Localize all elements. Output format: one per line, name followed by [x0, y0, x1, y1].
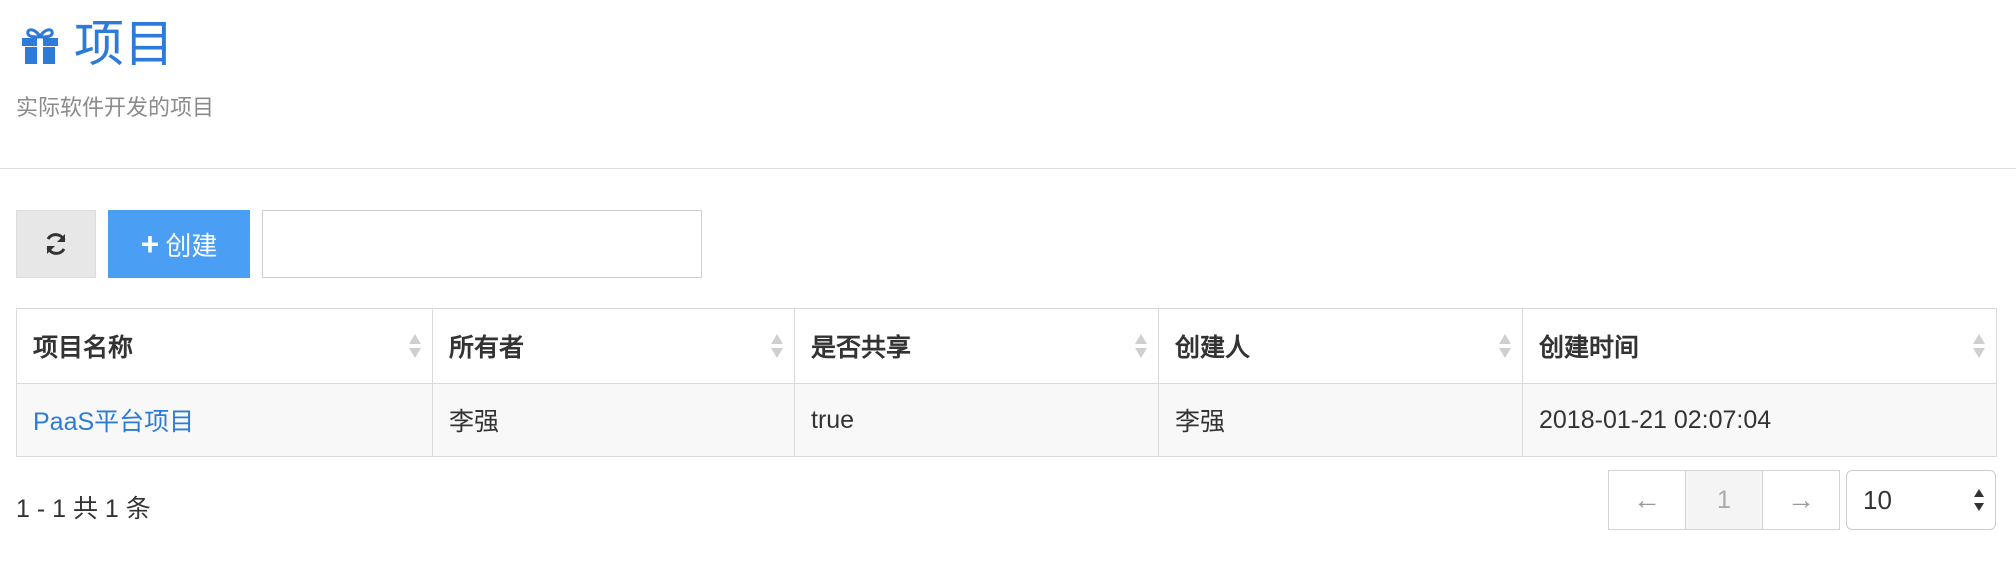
- cell-created-time: 2018-01-21 02:07:04: [1522, 383, 1997, 457]
- table-row: PaaS平台项目 李强 true 李强 2018-01-21 02:07:04: [16, 383, 1997, 457]
- gift-icon: [22, 28, 58, 64]
- cell-project-name: PaaS平台项目: [16, 383, 433, 457]
- search-input[interactable]: [262, 210, 702, 278]
- divider: [0, 168, 2016, 169]
- plus-icon: +: [140, 226, 160, 262]
- page: 项目 实际软件开发的项目 + 创建 项目名称 所有者 是否共享 创建人 创建时间…: [0, 0, 2016, 566]
- prev-page-button[interactable]: ←: [1609, 471, 1686, 529]
- refresh-icon: [46, 233, 66, 255]
- page-size-value: 10: [1863, 484, 1892, 515]
- page-number-button[interactable]: 1: [1686, 471, 1763, 529]
- sort-icon: [1135, 334, 1147, 358]
- page-title: 项目: [74, 16, 174, 72]
- refresh-button[interactable]: [16, 210, 96, 278]
- column-header-creator[interactable]: 创建人: [1158, 308, 1523, 384]
- sort-icon: [409, 334, 421, 358]
- column-header-owner[interactable]: 所有者: [432, 308, 795, 384]
- page-header: 项目: [16, 14, 174, 74]
- column-header-project-name[interactable]: 项目名称: [16, 308, 433, 384]
- pager: ← 1 →: [1608, 470, 1840, 530]
- projects-table: 项目名称 所有者 是否共享 创建人 创建时间 PaaS平台项目 李强 true …: [16, 308, 1997, 457]
- column-header-created-time[interactable]: 创建时间: [1522, 308, 1997, 384]
- pagination-info: 1 - 1 共 1 条: [16, 495, 151, 523]
- cell-owner: 李强: [432, 383, 795, 457]
- table-header-row: 项目名称 所有者 是否共享 创建人 创建时间: [16, 308, 1997, 384]
- project-link[interactable]: PaaS平台项目: [33, 408, 194, 436]
- sort-icon: [1973, 334, 1985, 358]
- cell-creator: 李强: [1158, 383, 1523, 457]
- sort-icon: [1499, 334, 1511, 358]
- page-size-select[interactable]: 10: [1846, 470, 1996, 530]
- updown-icon: [1974, 489, 1984, 511]
- cell-shared: true: [794, 383, 1159, 457]
- create-button-label: 创建: [165, 230, 218, 261]
- create-button[interactable]: + 创建: [108, 210, 250, 278]
- column-header-shared[interactable]: 是否共享: [794, 308, 1159, 384]
- sort-icon: [771, 334, 783, 358]
- next-page-button[interactable]: →: [1763, 471, 1839, 529]
- page-subtitle: 实际软件开发的项目: [16, 95, 215, 120]
